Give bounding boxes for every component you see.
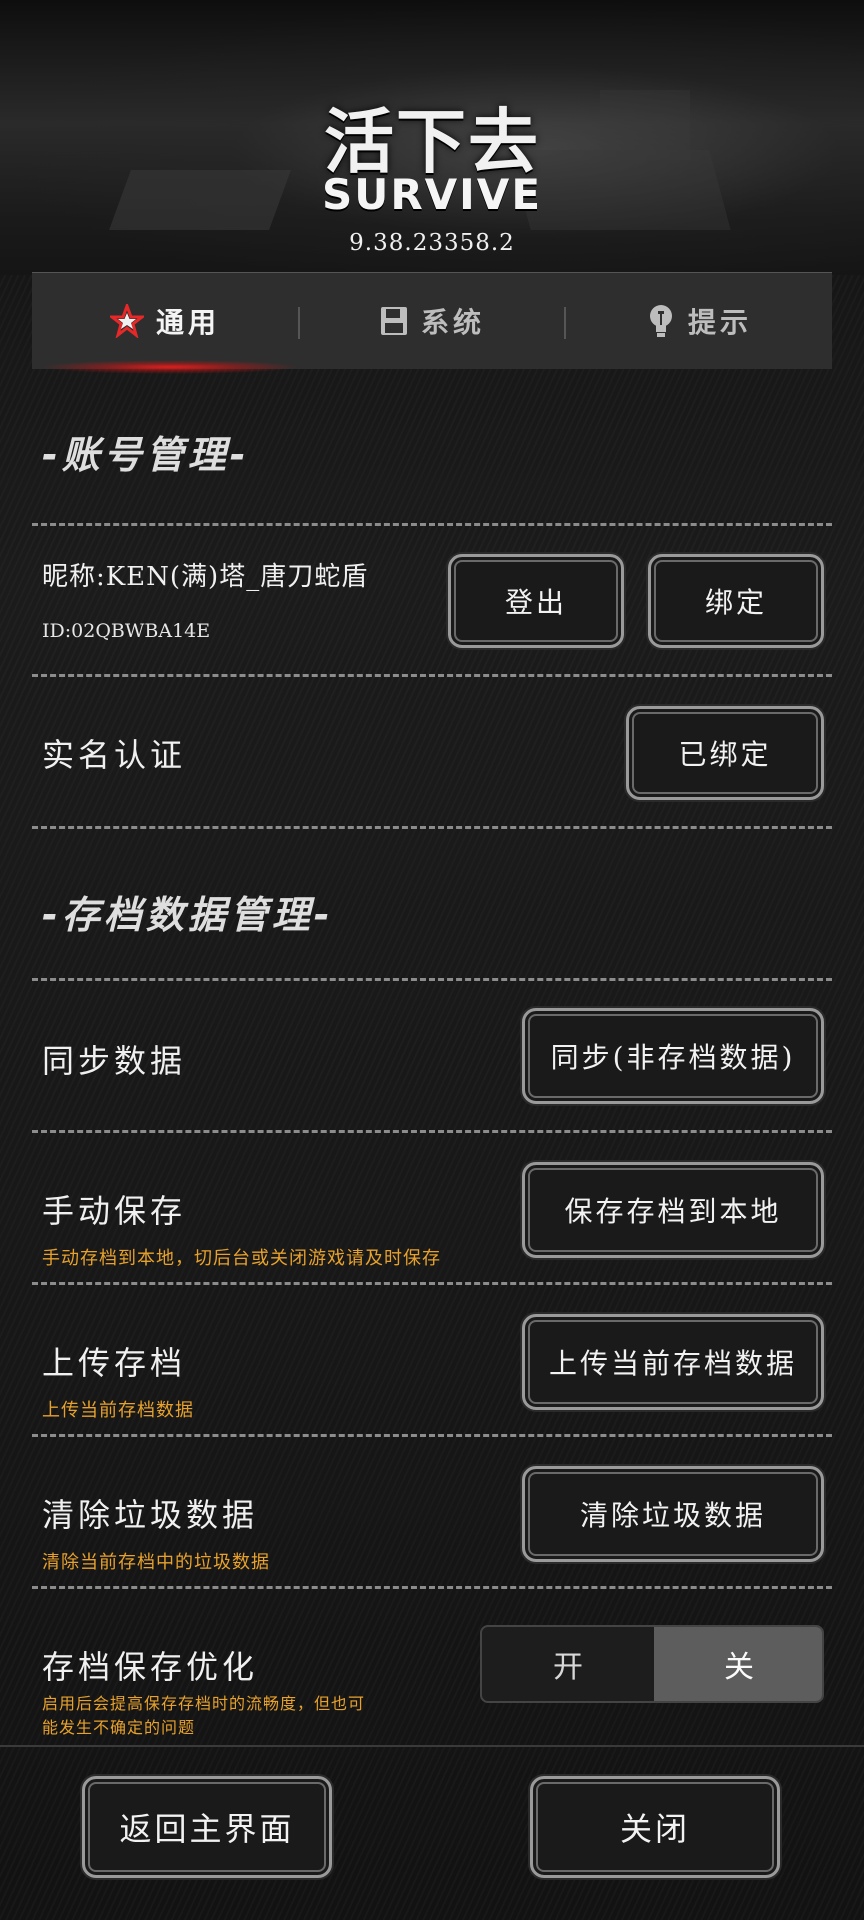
toggle-off-option[interactable]: 关: [654, 1627, 822, 1701]
clear-data-desc: 清除当前存档中的垃圾数据: [42, 1552, 270, 1573]
optimize-label: 存档保存优化: [42, 1648, 259, 1686]
divider: [32, 1282, 832, 1285]
divider: [32, 674, 832, 677]
lightbulb-icon: [649, 305, 672, 337]
tab-general[interactable]: 通用: [32, 273, 298, 369]
divider: [32, 978, 832, 981]
section-title-account: -账号管理-: [42, 433, 250, 477]
tab-system[interactable]: 系统: [300, 273, 564, 369]
close-button[interactable]: 关闭: [530, 1776, 780, 1878]
manual-save-desc: 手动存档到本地，切后台或关闭游戏请及时保存: [42, 1248, 441, 1269]
bind-button[interactable]: 绑定: [648, 554, 824, 648]
optimize-desc-line1: 启用后会提高保存存档时的流畅度，但也可: [42, 1694, 366, 1713]
sync-button[interactable]: 同步(非存档数据): [522, 1008, 824, 1104]
upload-desc: 上传当前存档数据: [42, 1400, 194, 1421]
clear-data-label: 清除垃圾数据: [42, 1496, 259, 1534]
realname-status-button[interactable]: 已绑定: [626, 706, 824, 800]
optimize-desc-line2: 能发生不确定的问题: [42, 1718, 196, 1737]
logo-english: SURVIVE: [321, 170, 543, 219]
tab-system-label: 系统: [420, 306, 485, 339]
tab-general-label: 通用: [155, 306, 220, 339]
divider: [32, 523, 832, 526]
logout-button[interactable]: 登出: [448, 554, 624, 648]
optimize-toggle: 开 关: [480, 1625, 824, 1703]
floppy-disk-icon: [380, 307, 407, 335]
tab-tips[interactable]: 提示: [566, 273, 832, 369]
header-banner: 活下去 SURVIVE 9.38.23358.2: [0, 0, 864, 275]
settings-tab-bar: 通用 系统 提示: [32, 272, 832, 369]
upload-button[interactable]: 上传当前存档数据: [522, 1314, 824, 1410]
active-tab-indicator: [40, 360, 300, 374]
divider: [32, 1434, 832, 1437]
back-to-main-button[interactable]: 返回主界面: [82, 1776, 332, 1878]
tab-tips-label: 提示: [687, 306, 752, 339]
manual-save-label: 手动保存: [42, 1192, 187, 1230]
nickname-text: 昵称:KEN(满)塔_唐刀蛇盾: [42, 562, 369, 592]
clear-data-button[interactable]: 清除垃圾数据: [522, 1466, 824, 1562]
toggle-on-option[interactable]: 开: [482, 1627, 654, 1701]
star-icon: [109, 304, 144, 338]
footer-divider: [0, 1745, 864, 1747]
user-id-text: ID:02QBWBA14E: [42, 620, 211, 642]
version-text: 9.38.23358.2: [349, 230, 515, 256]
divider: [32, 826, 832, 829]
upload-label: 上传存档: [42, 1344, 187, 1382]
manual-save-button[interactable]: 保存存档到本地: [522, 1162, 824, 1258]
section-title-archive: -存档数据管理-: [42, 893, 334, 937]
realname-label: 实名认证: [42, 736, 187, 774]
divider: [32, 1130, 832, 1133]
divider: [32, 1586, 832, 1589]
sync-label: 同步数据: [42, 1042, 187, 1080]
